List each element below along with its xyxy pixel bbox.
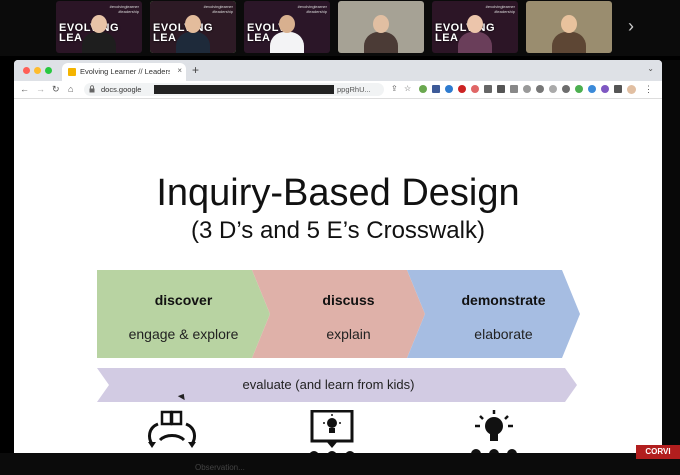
tab-close-icon[interactable]: ×	[177, 66, 182, 75]
extension-4-icon[interactable]	[458, 85, 466, 93]
browser-toolbar: ← → ↻ ⌂ docs.google ppgRhU... ⇪ ☆ ⋮	[14, 81, 662, 99]
extension-7-icon[interactable]	[497, 85, 505, 93]
browser-menu-icon[interactable]: ⋮	[644, 83, 653, 95]
book-sharing-group-icon	[140, 410, 204, 453]
corner-badge: CORVI	[636, 445, 680, 459]
presentation-idea-group-icon	[300, 409, 364, 453]
extension-15-icon[interactable]	[601, 85, 609, 93]
chevron-discover: discover engage & explore	[97, 270, 270, 358]
participant-avatar	[80, 13, 118, 53]
reload-icon[interactable]: ↻	[52, 83, 60, 95]
participant-5-video-tile[interactable]: #evolvinglearner #leadership EVOLVING LEA	[432, 1, 518, 53]
lock-icon	[89, 85, 95, 95]
tab-title: Evolving Learner // Leadership	[80, 67, 170, 76]
extension-6-icon[interactable]	[484, 85, 492, 93]
participant-avatar	[362, 13, 400, 53]
slide-subtitle: (3 D’s and 5 E’s Crosswalk)	[191, 217, 485, 244]
forward-icon[interactable]: →	[36, 83, 45, 95]
extension-1-icon[interactable]	[419, 85, 427, 93]
bottom-faded-text: Observation...	[195, 463, 245, 472]
chevron-discuss: discuss explain	[252, 270, 425, 358]
extension-9-icon[interactable]	[523, 85, 531, 93]
participant-1-video-tile[interactable]: #evolvinglearner #leadership EVOLVING LEA	[56, 1, 142, 53]
participant-6-video-tile[interactable]	[526, 1, 612, 53]
extensions-puzzle-icon[interactable]	[614, 85, 622, 93]
new-tab-button[interactable]: +	[192, 63, 199, 77]
profile-avatar[interactable]	[627, 85, 636, 94]
chevron-subtext: engage & explore	[128, 326, 239, 342]
tab-bar: Evolving Learner // Leadership × + ⌄	[14, 60, 662, 81]
slide-title: Inquiry-Based Design	[156, 172, 520, 214]
extension-2-icon[interactable]	[432, 85, 440, 93]
tab-search-chevron-icon[interactable]: ⌄	[647, 64, 654, 73]
bookmark-star-icon[interactable]: ☆	[404, 83, 411, 95]
back-icon[interactable]: ←	[20, 83, 29, 95]
extension-11-icon[interactable]	[549, 85, 557, 93]
extension-13-icon[interactable]	[575, 85, 583, 93]
share-icon[interactable]: ⇪	[391, 83, 398, 95]
chevron-heading: discover	[154, 292, 213, 308]
extension-8-icon[interactable]	[510, 85, 518, 93]
chevron-heading: demonstrate	[461, 292, 546, 308]
extension-14-icon[interactable]	[588, 85, 596, 93]
extension-12-icon[interactable]	[562, 85, 570, 93]
chevron-subtext: elaborate	[474, 326, 533, 342]
participant-avatar	[550, 13, 588, 53]
slides-favicon-icon	[68, 68, 76, 76]
extension-5-icon[interactable]	[471, 85, 479, 93]
right-edge	[662, 60, 680, 453]
url-text-end: ppgRhU...	[337, 85, 371, 94]
next-participants-arrow-icon[interactable]: ›	[624, 16, 638, 36]
participant-strip: #evolvinglearner #leadership EVOLVING LEA…	[0, 0, 680, 56]
home-icon[interactable]: ⌂	[68, 83, 73, 95]
tab-evolving-learner[interactable]: Evolving Learner // Leadership ×	[62, 63, 186, 81]
extension-10-icon[interactable]	[536, 85, 544, 93]
bottom-bar: Observation...	[0, 453, 680, 475]
maximize-window-icon[interactable]	[45, 67, 52, 74]
minimize-window-icon[interactable]	[34, 67, 41, 74]
address-bar[interactable]: docs.google ppgRhU...	[84, 83, 384, 96]
evaluate-text: evaluate (and learn from kids)	[242, 377, 415, 392]
extension-3-icon[interactable]	[445, 85, 453, 93]
url-text-start: docs.google	[101, 85, 142, 94]
chevron-demonstrate: demonstrate elaborate	[407, 270, 580, 358]
participant-4-video-tile[interactable]	[338, 1, 424, 53]
lightbulb-group-icon	[462, 410, 526, 453]
slide-canvas: Inquiry-Based Design (3 D’s and 5 E’s Cr…	[14, 99, 662, 453]
participant-avatar	[456, 13, 494, 53]
participant-avatar	[268, 13, 306, 53]
url-redaction	[154, 85, 334, 94]
browser-window: Evolving Learner // Leadership × + ⌄ ← →…	[14, 60, 662, 453]
participant-2-video-tile[interactable]: #evolvinglearner #leadership EVOLVING LEA	[150, 1, 236, 53]
participant-3-video-tile[interactable]: #evolvinglearner #leadership EVOLV LEA	[244, 1, 330, 53]
participant-avatar	[174, 13, 212, 53]
close-window-icon[interactable]	[23, 67, 30, 74]
